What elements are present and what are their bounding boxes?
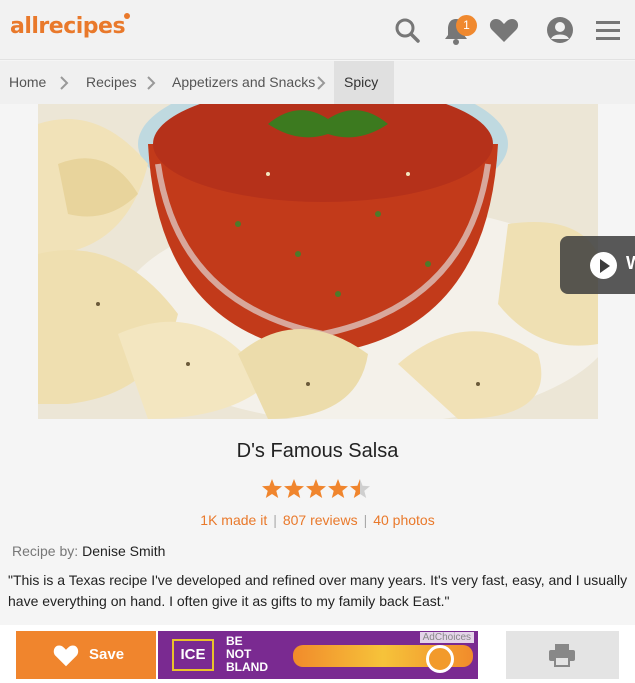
star-icon: [262, 479, 282, 498]
menu-icon[interactable]: [592, 14, 624, 46]
save-label: Save: [89, 646, 125, 663]
breadcrumb: Home Recipes Appetizers and Snacks Spicy: [0, 61, 635, 104]
recipe-title: D's Famous Salsa: [236, 440, 399, 462]
notification-badge: 1: [456, 15, 477, 36]
play-triangle-icon: [600, 259, 610, 273]
star-icon: [328, 479, 348, 498]
print-icon: [549, 644, 575, 667]
star-icon: [306, 479, 326, 498]
search-icon[interactable]: [391, 14, 423, 46]
chevron-right-icon: [60, 76, 69, 90]
bottom-action-bar: Save ICE BE NOT BLAND AdChoices: [0, 625, 635, 683]
half-star-icon: [350, 479, 370, 498]
star-rating[interactable]: [261, 478, 371, 500]
video-label: W: [626, 253, 635, 273]
author-link[interactable]: Denise Smith: [82, 543, 165, 559]
recipe-photo[interactable]: [38, 104, 598, 419]
breadcrumb-spicy[interactable]: Spicy: [334, 61, 394, 104]
chevron-right-icon: [317, 76, 326, 90]
made-it-link[interactable]: 1K made it: [200, 512, 267, 528]
breadcrumb-appetizers[interactable]: Appetizers and Snacks: [172, 61, 315, 104]
top-header: allrecipes 1: [0, 0, 635, 60]
byline-label: Recipe by:: [12, 543, 79, 559]
allrecipes-logo[interactable]: allrecipes: [10, 13, 131, 39]
recipe-page: allrecipes 1 Home Recipes Appetizers and…: [0, 0, 635, 683]
salsa-photo-illustration: [38, 104, 598, 419]
star-icon: [284, 479, 304, 498]
adchoices-link[interactable]: AdChoices: [419, 632, 474, 643]
heart-icon: [53, 645, 79, 667]
recipe-byline: Recipe by: Denise Smith: [12, 543, 165, 559]
breadcrumb-home[interactable]: Home: [9, 61, 46, 104]
user-icon[interactable]: [544, 14, 576, 46]
print-button[interactable]: [506, 631, 619, 679]
photos-link[interactable]: 40 photos: [373, 512, 435, 528]
ad-brand: ICE: [172, 639, 214, 671]
advertisement-banner[interactable]: ICE BE NOT BLAND AdChoices: [158, 631, 478, 679]
breadcrumb-recipes[interactable]: Recipes: [86, 61, 137, 104]
recipe-stats: 1K made it | 807 reviews | 40 photos: [200, 512, 435, 528]
recipe-description: "This is a Texas recipe I've developed a…: [8, 572, 628, 609]
ad-orange-image: [426, 645, 454, 673]
ad-slogan: BE NOT BLAND: [226, 634, 268, 674]
reviews-link[interactable]: 807 reviews: [283, 512, 358, 528]
video-button[interactable]: W: [560, 236, 635, 294]
heart-icon[interactable]: [488, 14, 520, 46]
save-button[interactable]: Save: [16, 631, 156, 679]
chevron-right-icon: [147, 76, 156, 90]
